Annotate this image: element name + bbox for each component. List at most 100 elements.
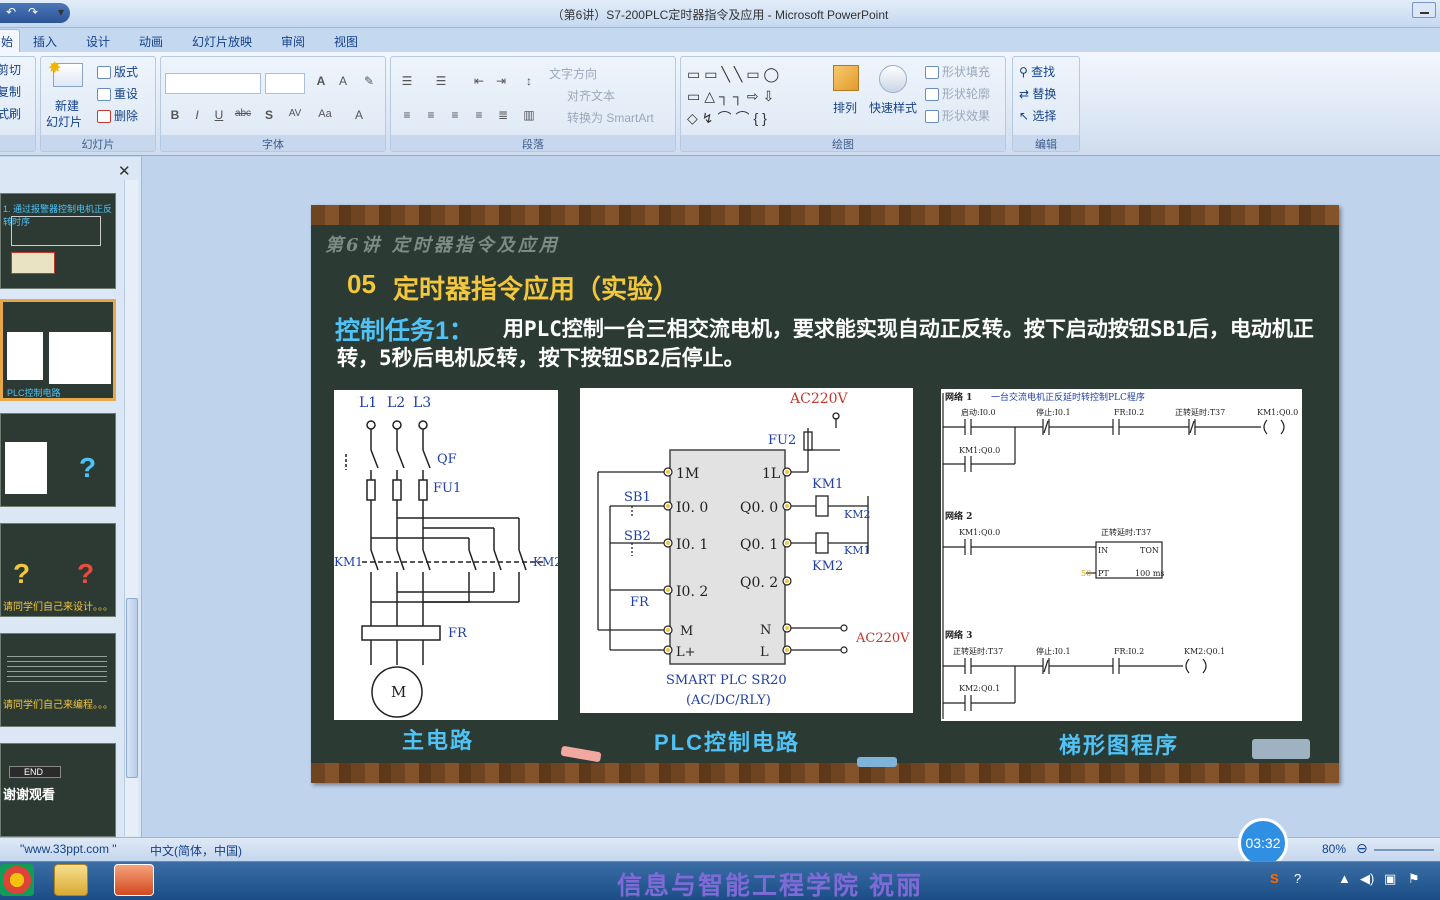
- outline-icon: [925, 88, 939, 102]
- find-button[interactable]: ⚲ 查找: [1019, 63, 1055, 80]
- shape-fill-button[interactable]: 形状填充: [925, 63, 990, 80]
- tab-insert[interactable]: 插入: [33, 33, 57, 50]
- tab-view[interactable]: 视图: [334, 33, 358, 50]
- title-bar: ↶ ↷ ▾ （第6讲）S7-200PLC定时器指令及应用 - Microsoft…: [0, 0, 1440, 28]
- help-icon[interactable]: ?: [1294, 871, 1301, 886]
- shape-outline-button[interactable]: 形状轮廓: [925, 85, 990, 102]
- tab-animation[interactable]: 动画: [139, 33, 163, 50]
- italic-icon[interactable]: I: [187, 107, 207, 127]
- bullets-icon[interactable]: ☰: [397, 73, 417, 93]
- timer-ton: TON: [1140, 546, 1159, 555]
- select-button[interactable]: ↖ 选择: [1019, 107, 1056, 124]
- chalk-pink: [560, 745, 602, 763]
- distributed-icon[interactable]: ≣: [493, 107, 513, 127]
- font-color-icon[interactable]: A: [349, 107, 369, 127]
- tab-home[interactable]: 始: [0, 29, 21, 52]
- slide-thumbnail-6[interactable]: END 谢谢观看: [0, 743, 116, 837]
- layout-button[interactable]: 版式: [97, 63, 138, 80]
- scrollbar-thumb[interactable]: [126, 598, 138, 778]
- quick-styles-button[interactable]: 快速样式: [869, 99, 917, 116]
- align-center-icon[interactable]: ≡: [421, 107, 441, 127]
- fill-icon: [925, 66, 939, 80]
- lecture-title: 第6讲 定时器指令及应用: [325, 235, 560, 256]
- bold-icon[interactable]: B: [165, 107, 185, 127]
- label-km1: KM1: [334, 555, 363, 569]
- clear-format-icon[interactable]: ✎: [359, 73, 379, 93]
- font-name-combo[interactable]: [165, 73, 261, 94]
- sogou-ime-icon[interactable]: S: [1270, 871, 1279, 886]
- board-eraser: [1252, 739, 1310, 759]
- section-number: 05: [347, 269, 376, 299]
- tray-expand-icon[interactable]: ▲: [1338, 871, 1351, 886]
- slides-panel-scrollbar[interactable]: [124, 180, 138, 836]
- zoom-out-icon[interactable]: ⊖: [1356, 840, 1368, 857]
- replace-icon: ⇄: [1019, 87, 1033, 101]
- spacing-icon[interactable]: AV: [285, 107, 305, 127]
- grow-font-icon[interactable]: A: [311, 73, 331, 93]
- new-slide-button[interactable]: 新建: [55, 97, 79, 114]
- shrink-font-icon[interactable]: A: [333, 73, 353, 93]
- slide-thumbnail-5[interactable]: 请同学们自己来编程。。。: [0, 633, 116, 727]
- language-indicator[interactable]: 中文(简体，中国): [150, 842, 242, 859]
- cut-button[interactable]: 剪切: [0, 61, 21, 78]
- powerpoint-icon[interactable]: [114, 864, 154, 896]
- slide-thumbnail-2[interactable]: PLC控制电路: [0, 299, 116, 401]
- term-m: M: [680, 624, 693, 639]
- change-case-icon[interactable]: Aa: [315, 107, 335, 127]
- slide-thumbnail-4[interactable]: ? ? 请同学们自己来设计。。。: [0, 523, 116, 617]
- timer-base: 100 ms: [1135, 569, 1165, 578]
- close-panel-icon[interactable]: ✕: [118, 162, 131, 180]
- arrange-button[interactable]: 排列: [833, 99, 857, 116]
- convert-smartart-button[interactable]: 转换为 SmartArt: [567, 109, 654, 126]
- shadow-icon[interactable]: S: [259, 107, 279, 127]
- align-right-icon[interactable]: ≡: [445, 107, 465, 127]
- replace-button[interactable]: ⇄ 替换: [1019, 85, 1056, 102]
- slide-thumbnail-3[interactable]: ?: [0, 413, 116, 507]
- reset-button[interactable]: 重设: [97, 85, 138, 102]
- columns-icon[interactable]: ▥: [519, 107, 539, 127]
- delete-button[interactable]: 删除: [97, 107, 138, 124]
- underline-icon[interactable]: U: [209, 107, 229, 127]
- text-direction-button[interactable]: 文字方向: [549, 65, 597, 82]
- plc-circuit-diagram: AC220V FU2 KM1 KM2 KM2 KM1 SB1 SB2 FR 1M…: [597, 391, 910, 708]
- shape-effects-button[interactable]: 形状效果: [925, 107, 990, 124]
- ribbon-tabs: 始 插入 设计 动画 幻灯片放映 审阅 视图: [0, 28, 1440, 52]
- main-circuit-panel: L1 L2 L3 QF FU1 KM1 KM2 FR M: [334, 390, 562, 720]
- volume-icon[interactable]: ◀): [1360, 871, 1374, 887]
- timer-in: IN: [1098, 546, 1108, 555]
- slide-thumbnail-1[interactable]: 1. 通过报警器控制电机正反转时序: [0, 193, 116, 289]
- increase-indent-icon[interactable]: ⇥: [491, 73, 511, 93]
- shapes-gallery[interactable]: ▭▭╲╲▭◯ ▭△┐┐⇨⇩ ◇↯⌒⌒{}: [687, 63, 817, 126]
- font-size-combo[interactable]: [265, 73, 305, 94]
- tab-review[interactable]: 审阅: [281, 33, 305, 50]
- action-center-icon[interactable]: ⚑: [1408, 871, 1420, 887]
- contact-fr: FR:I0.2: [1114, 408, 1144, 417]
- zoom-level[interactable]: 80%: [1322, 842, 1346, 856]
- term-i00: I0. 0: [676, 500, 708, 516]
- line-spacing-icon[interactable]: ↕: [519, 73, 539, 93]
- justify-icon[interactable]: ≡: [469, 107, 489, 127]
- ribbon: 剪切 复制 格式刷 ✸ 新建 幻灯片 版式 重设 删除 幻灯片 A A ✎ B …: [0, 52, 1440, 156]
- format-painter-button[interactable]: 格式刷: [0, 105, 21, 122]
- tab-slideshow[interactable]: 幻灯片放映: [192, 33, 252, 50]
- tab-design[interactable]: 设计: [86, 33, 110, 50]
- copy-button[interactable]: 复制: [0, 83, 21, 100]
- font-group: A A ✎ B I U abc S AV Aa A 字体: [160, 56, 386, 152]
- align-left-icon[interactable]: ≡: [397, 107, 417, 127]
- slide-canvas[interactable]: 第6讲 定时器指令及应用 05 定时器指令应用（实验） 控制任务1： 用PLC控…: [311, 205, 1339, 783]
- new-slide-dropdown[interactable]: 幻灯片: [46, 113, 82, 130]
- slides-group-label: 幻灯片: [41, 135, 155, 151]
- minimize-button[interactable]: [1412, 2, 1436, 18]
- decrease-indent-icon[interactable]: ⇤: [469, 73, 489, 93]
- strikethrough-icon[interactable]: abc: [233, 107, 253, 127]
- align-text-button[interactable]: 对齐文本: [567, 87, 615, 104]
- numbering-icon[interactable]: ☰: [431, 73, 451, 93]
- network-icon[interactable]: ▣: [1384, 871, 1396, 887]
- end-sign: END: [9, 766, 61, 778]
- label-ac-top: AC220V: [789, 391, 849, 407]
- zoom-slider[interactable]: [1374, 849, 1434, 851]
- term-i01: I0. 1: [676, 537, 708, 553]
- chrome-icon[interactable]: [0, 864, 34, 896]
- main-circuit-diagram: L1 L2 L3 QF FU1 KM1 KM2 FR M: [334, 395, 562, 718]
- file-explorer-icon[interactable]: [54, 864, 88, 896]
